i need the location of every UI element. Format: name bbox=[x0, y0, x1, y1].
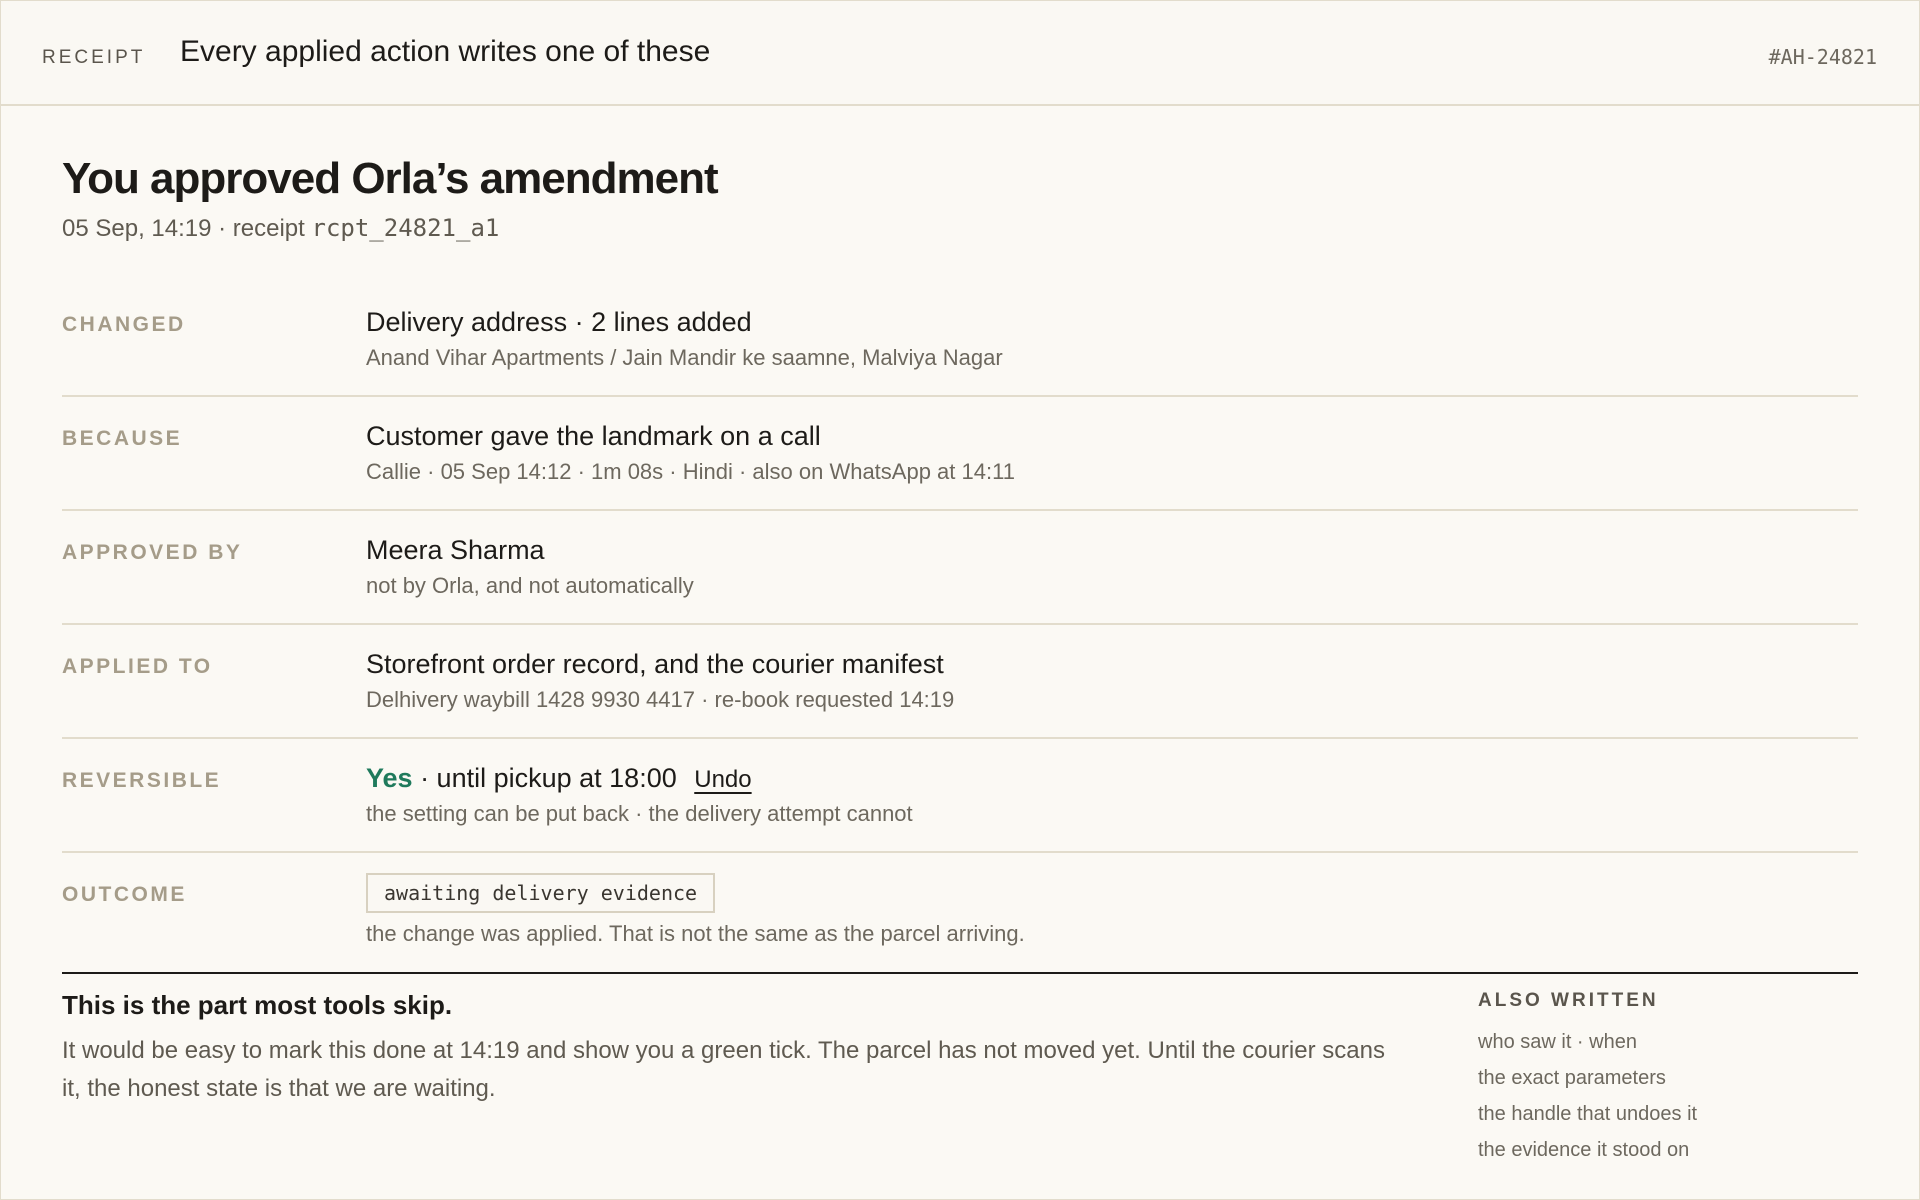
list-item: the exact parameters bbox=[1478, 1067, 1666, 1089]
field-detail: the setting can be put back · the delive… bbox=[366, 801, 913, 826]
field-row-changed: CHANGED Delivery address · 2 lines added… bbox=[62, 283, 1858, 397]
note-title: This is the part most tools skip. bbox=[62, 990, 453, 1020]
receipt-id: rcpt_24821_a1 bbox=[311, 214, 500, 242]
field-row-reversible: REVERSIBLE Yes · until pickup at 18:00 U… bbox=[62, 739, 1858, 853]
field-detail: Anand Vihar Apartments / Jain Mandir ke … bbox=[366, 345, 1003, 370]
field-label: APPROVED BY bbox=[62, 541, 243, 564]
field-detail: the change was applied. That is not the … bbox=[366, 921, 1025, 946]
field-value: Storefront order record, and the courier… bbox=[366, 649, 944, 679]
header-title: Every applied action writes one of these bbox=[180, 35, 711, 68]
list-item: who saw it · when bbox=[1478, 1031, 1637, 1053]
receipt-headline: You approved Orla’s amendment bbox=[62, 154, 719, 203]
field-row-outcome: OUTCOME awaiting delivery evidence the c… bbox=[62, 853, 1858, 974]
note-body: It would be easy to mark this done at 14… bbox=[62, 1037, 1385, 1102]
field-row-applied-to: APPLIED TO Storefront order record, and … bbox=[62, 625, 1858, 739]
list-item: the evidence it stood on bbox=[1478, 1139, 1690, 1161]
field-value: Delivery address · 2 lines added bbox=[366, 307, 752, 337]
header-bar: RECEIPT Every applied action writes one … bbox=[1, 1, 1919, 106]
reversible-value: Yes · until pickup at 18:00 Undo bbox=[366, 763, 752, 794]
receipt-fields: CHANGED Delivery address · 2 lines added… bbox=[62, 283, 1858, 974]
outcome-status-badge: awaiting delivery evidence bbox=[366, 873, 716, 913]
field-label: APPLIED TO bbox=[62, 655, 213, 678]
field-label: BECAUSE bbox=[62, 427, 183, 450]
approver-name: Meera Sharma bbox=[366, 535, 545, 565]
also-written-list: ALSO WRITTEN who saw it · when the exact… bbox=[1478, 990, 1858, 1168]
field-row-because: BECAUSE Customer gave the landmark on a … bbox=[62, 397, 1858, 511]
field-row-approved-by: APPROVED BY Meera Sharma not by Orla, an… bbox=[62, 511, 1858, 625]
receipt-meta: 05 Sep, 14:19 · receipt rcpt_24821_a1 bbox=[62, 214, 499, 243]
field-detail: Callie · 05 Sep 14:12 · 1m 08s · Hindi ·… bbox=[366, 459, 1015, 484]
undo-link[interactable]: Undo bbox=[694, 766, 751, 793]
also-written-heading: ALSO WRITTEN bbox=[1478, 990, 1659, 1011]
field-label: CHANGED bbox=[62, 313, 186, 336]
field-label: REVERSIBLE bbox=[62, 769, 222, 792]
field-detail: Delhivery waybill 1428 9930 4417 · re-bo… bbox=[366, 687, 955, 712]
reversible-yes: Yes bbox=[366, 763, 413, 793]
receipt-timestamp: 05 Sep, 14:19 · receipt bbox=[62, 215, 305, 242]
list-item: the handle that undoes it bbox=[1478, 1103, 1698, 1125]
reversible-window: · until pickup at 18:00 bbox=[412, 763, 677, 793]
field-label: OUTCOME bbox=[62, 883, 187, 906]
header-eyebrow: RECEIPT bbox=[42, 47, 146, 68]
field-value: Customer gave the landmark on a call bbox=[366, 421, 821, 451]
reference-id: #AH-24821 bbox=[1768, 45, 1877, 69]
field-detail: not by Orla, and not automatically bbox=[366, 573, 694, 598]
